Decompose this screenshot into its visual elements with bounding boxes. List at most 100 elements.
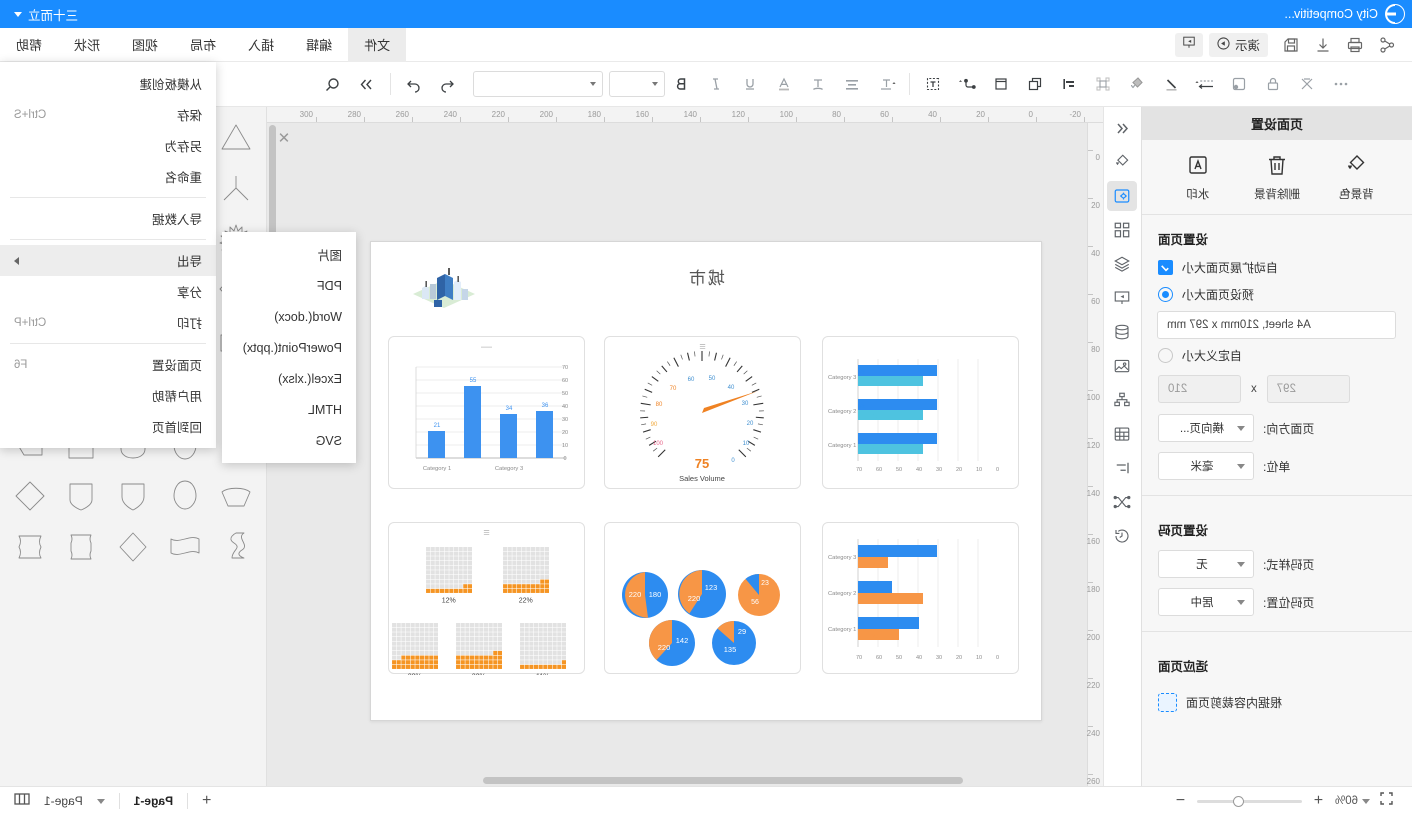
textbox-icon[interactable] [916,69,950,99]
frame-icon[interactable] [984,69,1018,99]
preset-size-select[interactable]: A4 sheet, 210mm x 297 mm [1157,311,1396,339]
fill-color-icon[interactable] [1120,69,1154,99]
close-icon[interactable]: ✕ [273,127,295,149]
text-effect-icon[interactable] [801,69,835,99]
shape-shield-flat[interactable] [58,472,106,519]
search-icon[interactable] [316,69,350,99]
waffle-chart[interactable]: 11% [520,623,566,681]
crop-page-row[interactable]: 根据内容裁剪页面 [1142,681,1412,717]
menu-share[interactable]: 分享 [0,276,216,307]
orientation-select[interactable]: 横向页... [1158,414,1254,442]
shape-style-icon[interactable] [1222,69,1256,99]
shape-fan[interactable] [212,472,260,519]
delete-background-button[interactable]: 删除背景 [1241,153,1313,202]
save-icon[interactable] [1276,32,1306,58]
zoom-level[interactable]: 60% [1335,795,1370,807]
chevron-double-right-icon[interactable] [350,69,384,99]
preset-size-radio[interactable] [1158,287,1173,302]
present-button[interactable]: 演示 [1208,32,1268,57]
page-list-dropdown[interactable] [96,798,105,804]
shape-diamond-soft[interactable] [6,472,54,519]
zoom-slider-handle[interactable] [1232,795,1244,807]
share-icon[interactable] [1372,32,1402,58]
pagenum-style-select[interactable]: 无 [1158,550,1254,578]
document-page[interactable]: 城市 55 45 55 45 55 45 Category 3 Category… [370,241,1042,721]
font-family-select[interactable] [473,71,603,97]
org-chart-icon[interactable] [1108,385,1138,415]
text-style-icon[interactable] [869,69,903,99]
export-svg[interactable]: SVG [222,425,356,456]
presentation-mode-button[interactable] [1174,32,1203,57]
more-horizontal-icon[interactable] [1324,69,1358,99]
export-powerpoint[interactable]: PowerPoint(.pptx) [222,332,356,363]
menu-back-to-home[interactable]: 回到首页 [0,411,216,442]
align-icon[interactable] [1052,69,1086,99]
background-color-button[interactable]: 背景色 [1320,153,1392,202]
chart-card-gauge[interactable]: ≡ 0 10 20 30 40 50 60 70 80 90 100 75 Sa… [604,336,801,489]
connector-icon[interactable] [950,69,984,99]
menu-save[interactable]: 保存 Ctrl+S [0,99,216,130]
format-painter-icon[interactable] [1290,69,1324,99]
page-height-input[interactable]: 297 [1266,375,1350,403]
export-pdf[interactable]: PDF [222,270,356,301]
zoom-in-button[interactable]: + [1311,792,1326,810]
redo-icon[interactable] [397,69,431,99]
menu-item-file[interactable]: 文件 [348,27,407,62]
layers-icon[interactable] [1108,249,1138,279]
lock-icon[interactable] [1256,69,1290,99]
chart-card-bar-horizontal-2[interactable]: 55 21 24 45 43 29 Category 3 Category 2 … [822,522,1019,674]
waffle-chart[interactable]: 32% [456,623,502,681]
menu-item-shape[interactable]: 形状 [58,28,116,62]
menu-item-help[interactable]: 帮助 [0,28,58,62]
underline-icon[interactable] [733,69,767,99]
waffle-chart[interactable]: 12% [426,547,472,605]
zoom-slider[interactable] [1196,795,1302,807]
custom-size-row[interactable]: 自定义大小 [1142,342,1412,369]
menu-item-layout[interactable]: 布局 [174,28,232,62]
fill-bucket-icon[interactable] [1108,147,1138,177]
page-width-input[interactable]: 210 [1158,375,1241,403]
shape-triangle-round[interactable] [212,115,260,162]
chart-card-column[interactable]: — 36 34 55 21 Category 3 Category 1 70 6… [388,336,585,489]
auto-expand-checkbox[interactable] [1158,260,1173,275]
menu-export[interactable]: 导出 [0,245,216,276]
menu-item-insert[interactable]: 插入 [232,28,290,62]
download-icon[interactable] [1308,32,1338,58]
custom-size-radio[interactable] [1158,348,1173,363]
menu-rename[interactable]: 重命名 [0,161,216,192]
crop-page-icon[interactable] [1158,693,1177,712]
auto-expand-row[interactable]: 自动扩展页面大小 [1142,254,1412,281]
chart-card-waffle[interactable]: ≡ 22% 12% 11% 32% 28% [388,522,585,681]
export-image[interactable]: 图片 [222,239,356,270]
chart-card-pies[interactable]: 23 56 123 220 180 220 29 135 142 220 [604,522,801,674]
chart-card-bar-horizontal-1[interactable]: 55 45 55 45 55 45 Category 3 Category 2 … [822,336,1019,489]
shape-frame-curved[interactable] [58,523,106,570]
waffle-chart[interactable]: 28% [392,623,438,681]
page-settings-icon[interactable] [1107,181,1138,211]
group-icon[interactable] [1086,69,1120,99]
export-submenu[interactable]: 图片 PDF Word(.docx) PowerPoint(.pptx) Exc… [222,232,356,463]
pagenum-position-select[interactable]: 居中 [1158,588,1254,616]
export-word[interactable]: Word(.docx) [222,301,356,332]
export-excel[interactable]: Excel(.xlsx) [222,363,356,394]
shape-egg[interactable] [161,472,209,519]
drag-handle-icon[interactable]: ≡ [696,341,710,353]
menu-page-settings[interactable]: 页面设置 F6 [0,349,216,380]
zoom-out-button[interactable]: − [1173,792,1188,810]
undo-icon[interactable] [431,69,465,99]
image-icon[interactable] [1108,351,1138,381]
shape-wave-s[interactable] [212,523,260,570]
line-style-icon[interactable] [1188,69,1222,99]
menu-item-edit[interactable]: 编辑 [290,28,348,62]
italic-icon[interactable] [699,69,733,99]
presentation-icon[interactable] [1108,283,1138,313]
horizontal-scrollbar[interactable] [483,777,963,784]
file-menu[interactable]: 从模板创建 保存 Ctrl+S 另存为 重命名 导入数据 导出 分享 打印 Ct… [0,62,216,448]
drag-handle-icon[interactable]: — [480,341,494,353]
menu-user-help[interactable]: 用户帮助 [0,380,216,411]
shape-shield-round[interactable] [109,472,157,519]
shape-diamond[interactable] [109,523,157,570]
shape-frame-bracket[interactable] [6,523,54,570]
watermark-button[interactable]: 水印 [1162,153,1234,202]
panel-toggle-icon[interactable] [14,792,30,811]
